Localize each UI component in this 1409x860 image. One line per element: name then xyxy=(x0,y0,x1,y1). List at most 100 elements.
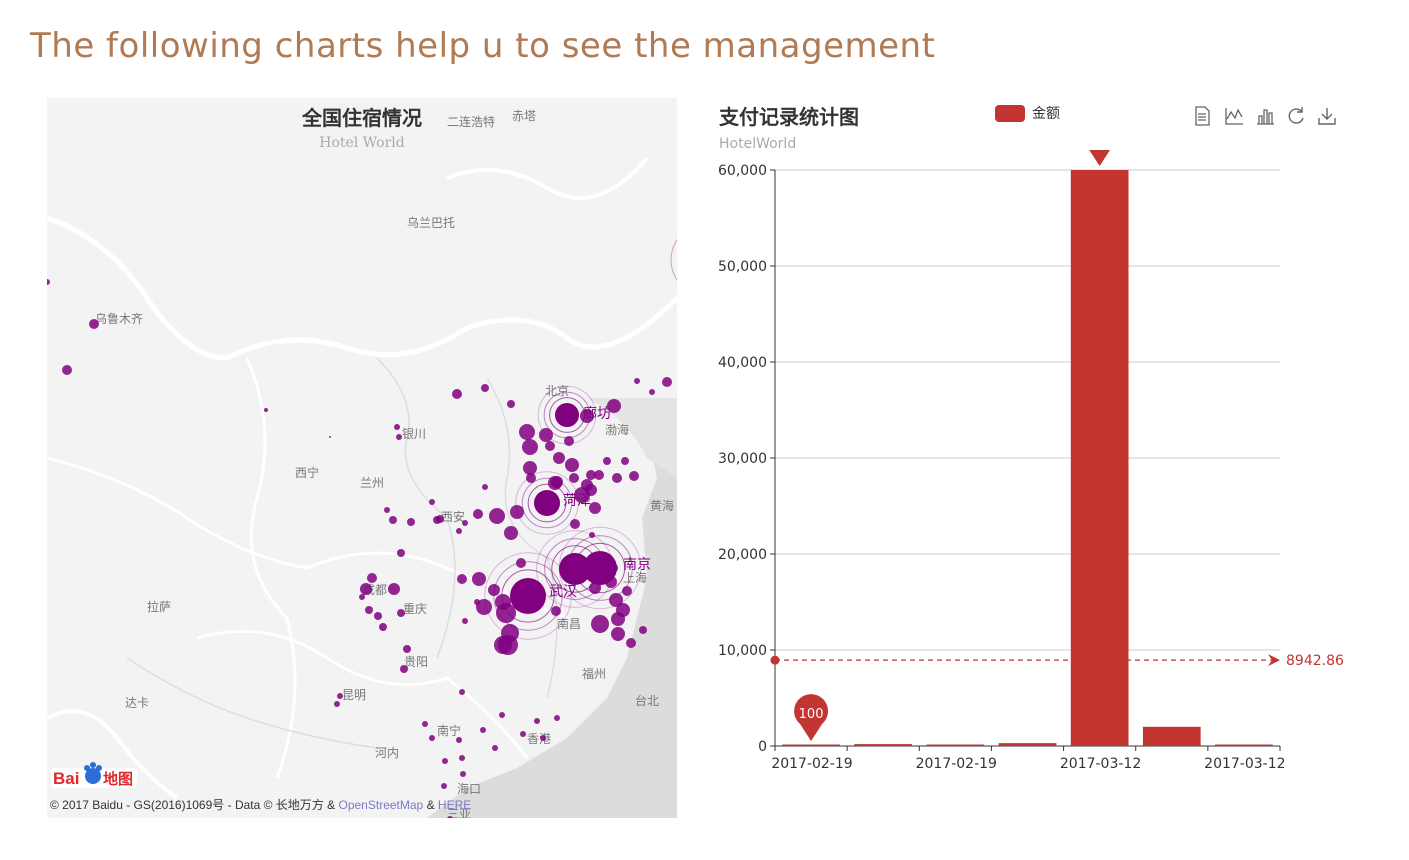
map-bubble[interactable] xyxy=(551,606,561,616)
map-bubble[interactable] xyxy=(554,715,560,721)
map-bubble[interactable] xyxy=(374,612,382,620)
map-bubble[interactable] xyxy=(507,400,515,408)
map-bubble[interactable] xyxy=(389,516,397,524)
map-bubble[interactable] xyxy=(649,389,655,395)
map-panel[interactable]: 二连浩特乌兰巴托乌鲁木齐北京廊坊渤海银川西宁兰州菏泽黄海西安成都重庆武汉南京上海… xyxy=(47,98,677,818)
map-bubble[interactable] xyxy=(436,515,444,523)
map-bubble[interactable] xyxy=(452,389,462,399)
map-bubble[interactable] xyxy=(429,735,435,741)
map-bubble[interactable] xyxy=(47,279,50,285)
legend-swatch[interactable] xyxy=(995,104,1025,122)
map-bubble[interactable] xyxy=(441,783,447,789)
map-bubble[interactable] xyxy=(553,452,565,464)
map-bubble[interactable] xyxy=(611,612,625,626)
map-bubble[interactable] xyxy=(397,549,405,557)
map-bubble[interactable] xyxy=(472,572,486,586)
map-bubble[interactable] xyxy=(603,457,611,465)
map-bubble[interactable] xyxy=(459,689,465,695)
map-bubble[interactable] xyxy=(365,606,373,614)
map-bubble[interactable] xyxy=(442,758,448,764)
map-effect-bubble[interactable] xyxy=(583,551,617,585)
map-bubble[interactable] xyxy=(397,609,405,617)
download-icon[interactable] xyxy=(1317,104,1348,128)
map-bubble[interactable] xyxy=(482,484,488,490)
bar[interactable] xyxy=(782,744,840,747)
map-bubble[interactable] xyxy=(367,573,377,583)
map-bubble[interactable] xyxy=(594,470,604,480)
map-bubble[interactable] xyxy=(462,618,468,624)
map-bubble[interactable] xyxy=(611,627,625,641)
map-bubble[interactable] xyxy=(591,615,609,633)
map-bubble[interactable] xyxy=(388,583,400,595)
map-bubble[interactable] xyxy=(496,603,516,623)
map-bubble[interactable] xyxy=(492,745,498,751)
bar-chart-icon[interactable] xyxy=(1255,104,1286,128)
map-bubble[interactable] xyxy=(639,626,647,634)
map-bubble[interactable] xyxy=(621,457,629,465)
map-bubble[interactable] xyxy=(457,574,467,584)
map-bubble[interactable] xyxy=(480,727,486,733)
data-view-icon[interactable] xyxy=(1193,104,1224,128)
max-pin[interactable] xyxy=(1083,150,1117,166)
map-effect-bubble[interactable] xyxy=(534,490,560,516)
map-bubble[interactable] xyxy=(634,378,640,384)
map-bubble[interactable] xyxy=(589,502,601,514)
map-bubble[interactable] xyxy=(359,594,365,600)
map-bubble[interactable] xyxy=(456,528,462,534)
chart-legend[interactable]: 金额 xyxy=(995,103,1060,123)
map-effect-bubble[interactable] xyxy=(555,403,579,427)
map-bubble[interactable] xyxy=(403,645,411,653)
map-bubble[interactable] xyxy=(523,461,537,475)
map-bubble[interactable] xyxy=(337,693,343,699)
map-bubble[interactable] xyxy=(394,424,400,430)
map-bubble[interactable] xyxy=(379,623,387,631)
map-bubble[interactable] xyxy=(429,499,435,505)
openstreetmap-link[interactable]: OpenStreetMap xyxy=(339,798,424,812)
map-bubble[interactable] xyxy=(581,479,593,491)
map-bubble[interactable] xyxy=(456,737,462,743)
map-bubble[interactable] xyxy=(580,409,594,423)
map-bubble[interactable] xyxy=(494,636,512,654)
map-bubble[interactable] xyxy=(462,520,468,526)
bar-chart[interactable]: 0 10,000 20,000 30,000 40,000 50,000 60,000 201… xyxy=(700,150,1380,790)
map-bubble[interactable] xyxy=(474,599,480,605)
bar[interactable] xyxy=(1215,744,1273,747)
map-bubble[interactable] xyxy=(565,458,579,472)
map-bubble[interactable] xyxy=(264,408,268,412)
map-bubble[interactable] xyxy=(460,771,466,777)
map-bubble[interactable] xyxy=(504,526,518,540)
map-bubble[interactable] xyxy=(607,399,621,413)
map-bubble[interactable] xyxy=(626,638,636,648)
map-bubble[interactable] xyxy=(384,507,390,513)
map-bubble[interactable] xyxy=(473,509,483,519)
map-bubble[interactable] xyxy=(329,436,331,438)
map-bubble[interactable] xyxy=(407,518,415,526)
map-effect-bubble[interactable] xyxy=(510,578,546,614)
bar[interactable] xyxy=(1142,726,1201,746)
map-bubble[interactable] xyxy=(570,519,580,529)
map-bubble[interactable] xyxy=(89,319,99,329)
map-bubble[interactable] xyxy=(400,665,408,673)
map-bubble[interactable] xyxy=(534,718,540,724)
legend-label[interactable]: 金额 xyxy=(1032,103,1060,123)
map-bubble[interactable] xyxy=(569,473,579,483)
restore-icon[interactable] xyxy=(1286,104,1317,128)
map-bubble[interactable] xyxy=(459,755,465,761)
here-link[interactable]: HERE xyxy=(438,798,471,812)
map-bubble[interactable] xyxy=(662,377,672,387)
map-bubble[interactable] xyxy=(422,721,428,727)
bar[interactable] xyxy=(998,743,1057,746)
map-bubble[interactable] xyxy=(334,701,340,707)
map-bubble[interactable] xyxy=(62,365,72,375)
map-canvas[interactable]: 二连浩特乌兰巴托乌鲁木齐北京廊坊渤海银川西宁兰州菏泽黄海西安成都重庆武汉南京上海… xyxy=(47,98,677,818)
map-bubble[interactable] xyxy=(520,731,526,737)
map-bubble[interactable] xyxy=(519,424,535,440)
map-bubble[interactable] xyxy=(522,439,538,455)
map-bubble[interactable] xyxy=(489,508,505,524)
line-chart-icon[interactable] xyxy=(1224,104,1255,128)
map-bubble[interactable] xyxy=(481,384,489,392)
map-bubble[interactable] xyxy=(499,712,505,718)
bar[interactable] xyxy=(854,744,913,746)
map-bubble[interactable] xyxy=(545,441,555,451)
map-bubble[interactable] xyxy=(396,434,402,440)
